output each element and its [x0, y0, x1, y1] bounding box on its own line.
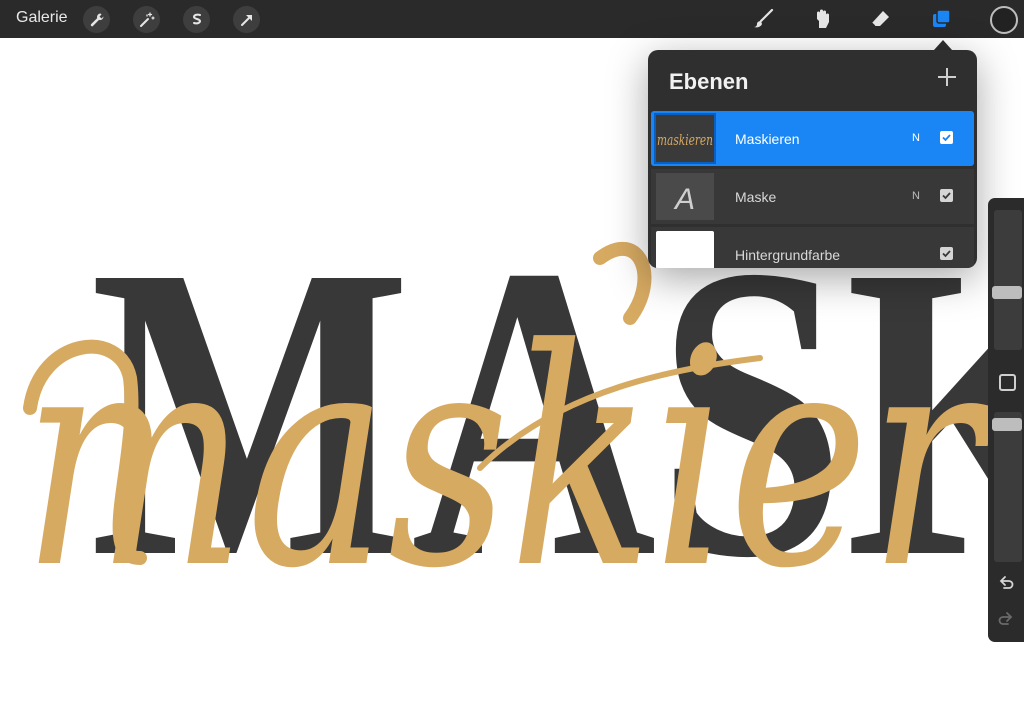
script-lettering: maskier — [22, 285, 995, 634]
opacity-thumb[interactable] — [992, 418, 1022, 431]
eraser-icon[interactable] — [866, 5, 894, 33]
layers-icon[interactable] — [928, 5, 956, 33]
panel-title: Ebenen — [669, 69, 749, 94]
redo-icon[interactable] — [997, 610, 1015, 628]
smudge-icon[interactable] — [808, 5, 836, 33]
layer-row-maske[interactable]: A Maske N — [651, 169, 974, 224]
gallery-link[interactable]: Galerie — [16, 9, 68, 27]
svg-text:A: A — [673, 183, 695, 216]
transform-arrow-icon[interactable] — [233, 6, 260, 33]
layer-name: Maskieren — [735, 131, 800, 147]
undo-icon[interactable] — [997, 574, 1015, 592]
wrench-icon[interactable] — [83, 6, 110, 33]
layers-panel: Ebenen maskieren Maskieren N A Maske N H… — [648, 50, 977, 268]
brush-icon[interactable] — [750, 5, 778, 33]
brush-size-thumb[interactable] — [992, 286, 1022, 299]
layer-thumbnail: maskieren — [654, 113, 716, 164]
plus-icon[interactable] — [935, 65, 959, 89]
layer-name: Hintergrundfarbe — [735, 247, 841, 263]
selection-icon[interactable] — [183, 6, 210, 33]
layer-row-hintergrundfarbe[interactable]: Hintergrundfarbe — [651, 227, 974, 268]
square-icon[interactable] — [999, 374, 1016, 391]
opacity-slider[interactable] — [992, 412, 1022, 562]
color-picker-swatch[interactable] — [990, 6, 1018, 34]
layer-name: Maske — [735, 189, 777, 205]
layer-row-maskieren[interactable]: maskieren Maskieren N — [651, 111, 974, 166]
layer-thumbnail — [656, 231, 714, 268]
svg-text:maskieren: maskieren — [657, 131, 713, 149]
blend-mode-button[interactable]: N — [912, 190, 920, 202]
layer-thumbnail: A — [656, 173, 714, 220]
blend-mode-button[interactable]: N — [912, 132, 920, 144]
visibility-checkbox[interactable] — [940, 189, 953, 202]
magic-wand-icon[interactable] — [133, 6, 160, 33]
visibility-checkbox[interactable] — [940, 131, 953, 144]
visibility-checkbox[interactable] — [940, 247, 953, 260]
brush-size-slider[interactable] — [992, 210, 1022, 350]
side-slider-bar — [988, 198, 1024, 642]
panel-pointer — [934, 40, 952, 50]
top-toolbar: Galerie — [0, 0, 1024, 38]
